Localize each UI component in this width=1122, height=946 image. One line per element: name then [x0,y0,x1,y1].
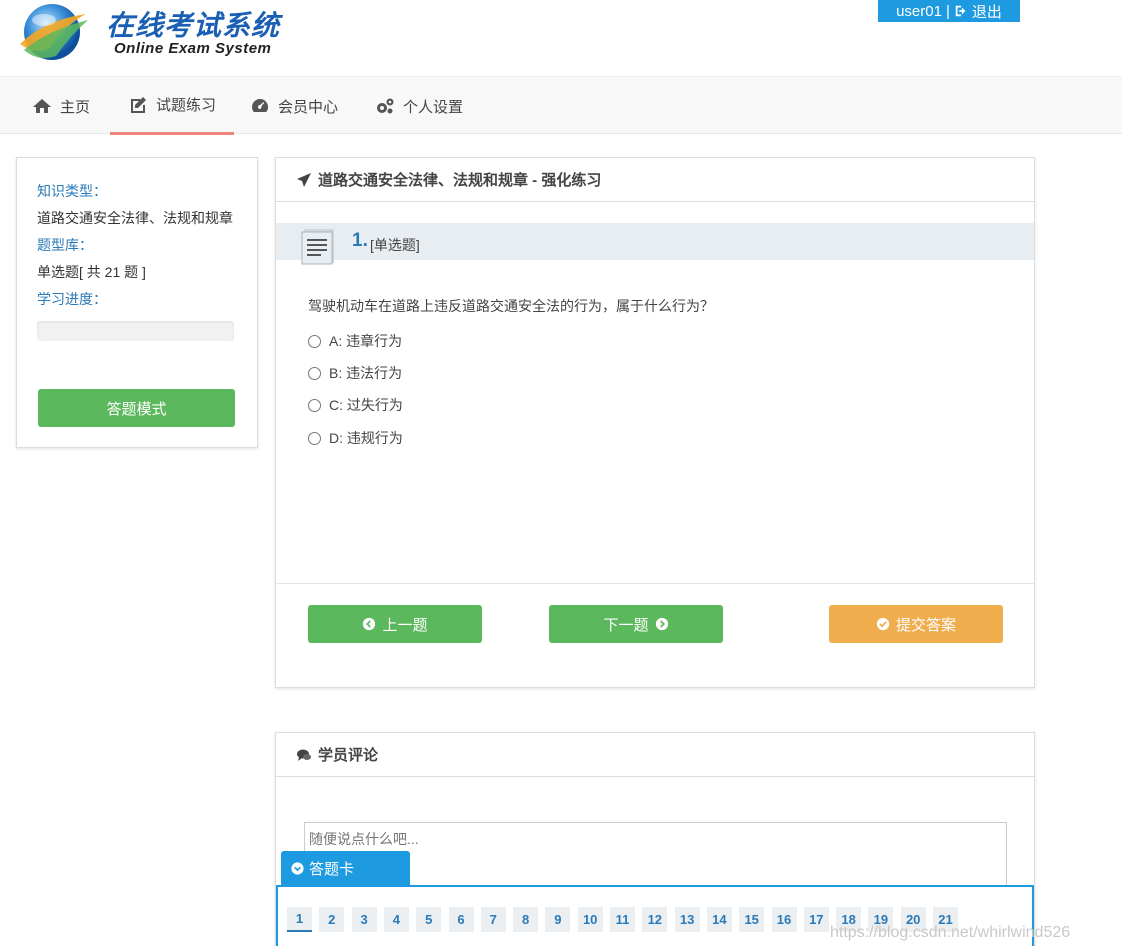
nav-settings[interactable]: 个人设置 [375,77,463,135]
answer-card-number[interactable]: 5 [416,907,442,932]
question-bank-value: 单选题[ 共 21 题 ] [37,264,146,280]
logout-link[interactable]: 退出 [972,1,1002,22]
info-panel: 知识类型： 道路交通安全法律、法规和规章 题型库： 单选题[ 共 21 题 ] … [16,157,258,448]
dashboard-icon [252,99,268,112]
next-question-label: 下一题 [603,616,649,634]
logo-subtitle: Online Exam System [114,40,272,57]
logo-globe-icon [20,4,88,60]
comment-panel-title: 学员评论 [318,747,379,764]
main-nav: 主页 试题练习 会员中心 个人设置 [0,76,1122,135]
comments-icon [297,749,311,761]
answer-card-number[interactable]: 14 [706,907,732,932]
answer-card-number[interactable]: 12 [642,907,668,932]
option-d[interactable]: D: 违规行为 [308,428,403,448]
logout-icon[interactable] [954,4,968,18]
progress-bar [37,321,234,341]
answer-card-label: 答题卡 [309,861,355,878]
answer-card-number[interactable]: 10 [577,907,603,932]
knowledge-type-value: 道路交通安全法律、法规和规章 [37,210,233,226]
answer-card-number[interactable]: 15 [739,907,765,932]
next-question-button[interactable]: 下一题 [549,605,723,643]
question-panel-header: 道路交通安全法律、法规和规章 - 强化练习 [276,158,1034,202]
radio-button[interactable] [308,334,321,348]
nav-practice-label: 试题练习 [155,97,216,114]
radio-button[interactable] [308,366,321,380]
radio-button[interactable] [308,398,321,412]
logo-title: 在线考试系统 [106,10,281,41]
knowledge-type-label: 知识类型： [37,183,107,199]
answer-mode-button[interactable]: 答题模式 [38,389,235,427]
document-icon [301,229,334,265]
watermark: https://blog.csdn.net/whirlwind526 [830,924,1071,941]
home-icon [33,99,51,113]
option-label: D: 违规行为 [329,430,403,446]
answer-card-number[interactable]: 17 [803,907,829,932]
question-panel-title: 道路交通安全法律、法规和规章 - 强化练习 [318,172,602,189]
answer-card-number[interactable]: 2 [319,907,345,932]
header: 在线考试系统 Online Exam System user01 | 退出 [0,0,1122,76]
nav-settings-label: 个人设置 [403,98,464,116]
option-label: A: 违章行为 [329,333,403,349]
answer-card-number[interactable]: 3 [351,907,377,932]
question-number: 1. [352,230,368,251]
option-b[interactable]: B: 违法行为 [308,363,402,383]
submit-answer-label: 提交答案 [895,616,956,634]
question-bank-label: 题型库： [37,237,93,253]
chevron-down-circle-icon [291,862,304,875]
nav-home[interactable]: 主页 [32,77,90,135]
question-panel: 道路交通安全法律、法规和规章 - 强化练习 1. [单选题] 驾驶机动车在道路上… [275,157,1035,688]
radio-button[interactable] [308,431,321,445]
answer-card-tab[interactable]: 答题卡 [281,851,410,886]
option-label: C: 过失行为 [329,397,403,413]
send-icon [297,172,311,187]
answer-card-number[interactable]: 1 [287,907,312,932]
answer-card-number[interactable]: 16 [771,907,797,932]
nav-practice[interactable]: 试题练习 [110,77,234,135]
answer-card-number[interactable]: 13 [674,907,700,932]
question-text: 驾驶机动车在道路上违反道路交通安全法的行为，属于什么行为？ [308,298,714,314]
nav-home-label: 主页 [60,98,91,116]
comment-panel-header: 学员评论 [276,733,1034,777]
cogs-icon [377,98,394,114]
option-label: B: 违法行为 [329,365,403,381]
answer-card-number[interactable]: 11 [610,907,635,932]
progress-label: 学习进度： [37,291,107,307]
check-circle-icon [876,617,890,631]
submit-answer-button[interactable]: 提交答案 [829,605,1003,643]
nav-member[interactable]: 会员中心 [250,77,338,135]
option-c[interactable]: C: 过失行为 [308,395,403,415]
separator: | [945,2,950,20]
chevron-left-circle-icon [363,617,376,631]
question-footer-divider [276,583,1034,584]
nav-member-label: 会员中心 [278,98,339,116]
answer-card-number[interactable]: 4 [383,907,409,932]
user-bar: user01 | 退出 [878,0,1020,22]
username-link[interactable]: user01 [896,3,942,20]
prev-question-button[interactable]: 上一题 [308,605,482,643]
answer-card-number[interactable]: 7 [480,907,506,932]
answer-card-number[interactable]: 9 [545,907,571,932]
answer-card-number[interactable]: 6 [448,907,474,932]
prev-question-label: 上一题 [382,616,428,634]
edit-icon [130,96,146,113]
option-a[interactable]: A: 违章行为 [308,331,402,351]
answer-card-number[interactable]: 8 [513,907,539,932]
chevron-right-circle-icon [655,617,668,631]
question-type: [单选题] [370,237,420,253]
